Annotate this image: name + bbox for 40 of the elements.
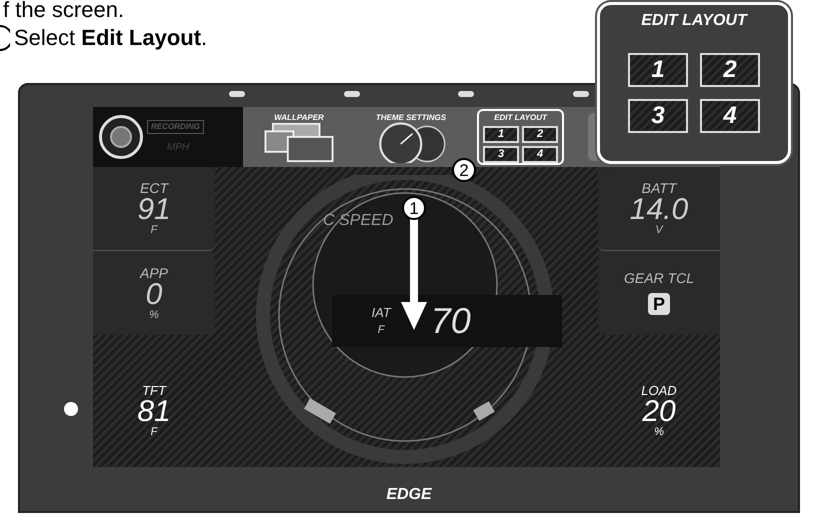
gauge-label: LOAD [641,384,677,397]
gauge-label: C SPEED [323,211,394,231]
layout-tile[interactable]: 4 [522,146,558,163]
layout-tile[interactable]: 3 [628,99,688,133]
layout-tile[interactable]: 3 [483,146,519,163]
layout-tile[interactable]: 2 [522,126,558,143]
gauge-label: ECT [140,181,168,195]
menu-item[interactable]: WALLPAPER [253,109,345,165]
indicator-light [344,91,360,97]
gauge-value: 14.0 [630,195,688,225]
instruction-text: f the screen. [3,0,124,23]
gauge-label: IAT [372,306,391,319]
gauge-unit: % [149,310,159,320]
instruction-text: Select Edit Layout. [14,24,208,52]
gauge-label: BATT [642,181,676,195]
gauge-unit: % [654,427,664,438]
gauge-value: 70 [430,303,471,339]
indicator-light [572,91,589,97]
gear-indicator: P [648,292,670,316]
gauge-label: GEAR TCL [624,270,694,285]
menu-item[interactable]: EDIT LAYOUT 1 2 3 4 [477,109,564,165]
record-button[interactable] [99,115,143,159]
layout-tile[interactable]: 1 [483,126,519,143]
brand-logo: EDGE [386,485,432,505]
gauge-value: 91 [137,195,171,225]
gauge-unit: V [655,225,663,236]
gauge-value: 20 [642,397,676,427]
gauge-unit: F [378,325,384,336]
gauge-unit: F [150,427,158,438]
layout-tile[interactable]: 1 [628,53,688,87]
gauge-value: 0 [146,280,162,310]
gauge-value: 81 [137,397,171,427]
callout-title: EDIT LAYOUT [641,11,747,31]
layout-tile[interactable]: 4 [700,99,760,133]
indicator-light [229,91,245,97]
indicator-light [458,91,474,97]
gauge-label: TFT [142,384,166,397]
layout-tile[interactable]: 2 [700,53,760,87]
gauge-label: APP [140,266,168,280]
gauge-unit: F [150,225,158,236]
